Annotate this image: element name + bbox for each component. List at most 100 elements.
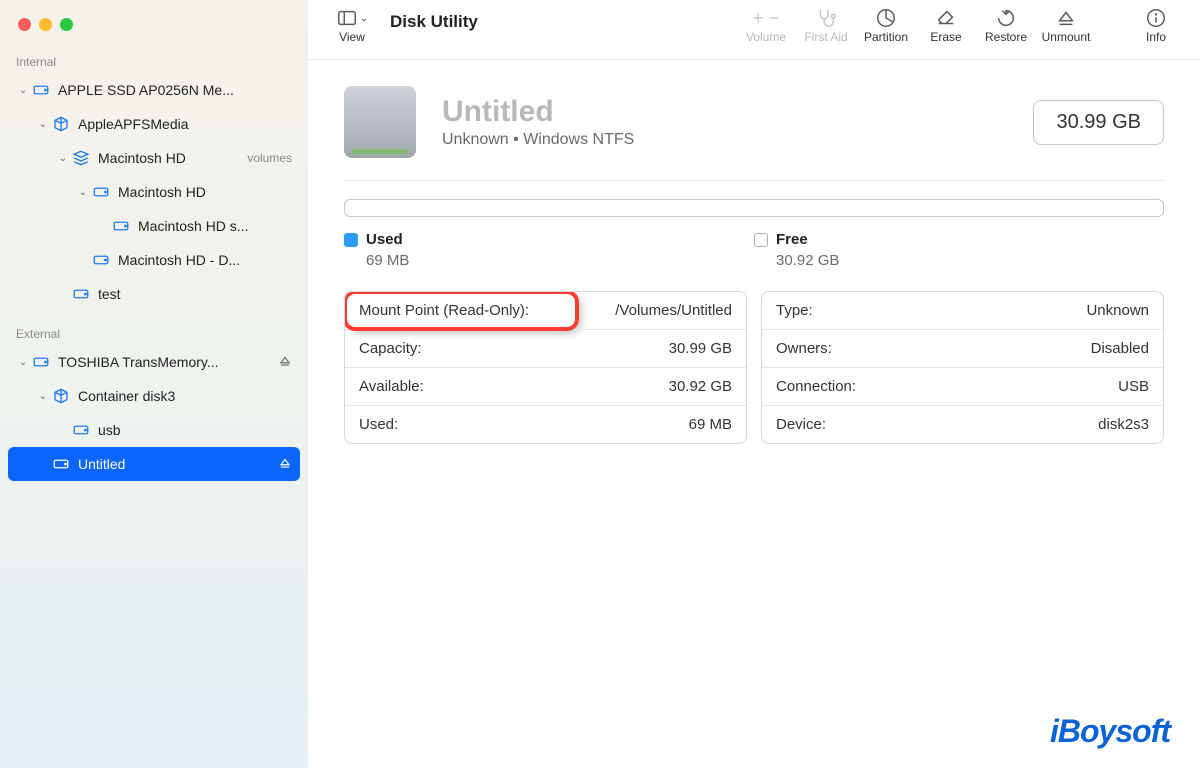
disk-icon xyxy=(32,353,50,371)
free-label: Free xyxy=(776,231,808,248)
stack-icon xyxy=(72,149,90,167)
first-aid-button: First Aid xyxy=(796,6,856,44)
info-row: Capacity:30.99 GB xyxy=(345,329,746,367)
volume-header: Untitled Unknown • Windows NTFS 30.99 GB xyxy=(344,86,1164,158)
brand-watermark: iBoysoft xyxy=(1050,713,1170,750)
volume-subtitle: Unknown • Windows NTFS xyxy=(442,131,1033,149)
info-value: disk2s3 xyxy=(980,405,1163,443)
plus-minus-icon: + − xyxy=(753,6,779,30)
used-label: Used xyxy=(366,231,403,248)
sidebar-item-label: test xyxy=(98,286,292,302)
info-value: 69 MB xyxy=(577,405,746,443)
info-row: Connection:USB xyxy=(762,367,1163,405)
chevron-down-icon[interactable]: ⌄ xyxy=(38,391,48,402)
chevron-down-icon[interactable]: ⌄ xyxy=(78,187,88,198)
free-swatch-icon xyxy=(754,233,768,247)
pie-icon xyxy=(875,6,897,30)
sidebar-section-external: External xyxy=(0,321,308,345)
free-value: 30.92 GB xyxy=(776,252,1164,269)
erase-icon xyxy=(935,6,957,30)
chevron-down-icon[interactable]: ⌄ xyxy=(18,85,28,96)
sidebar-item[interactable]: usb xyxy=(8,413,300,447)
capacity-box: 30.99 GB xyxy=(1033,100,1164,145)
info-table-left: Mount Point (Read-Only):/Volumes/Untitle… xyxy=(344,291,747,444)
window-controls xyxy=(0,10,308,49)
sidebar-item-label: Container disk3 xyxy=(78,388,292,404)
info-tables: Mount Point (Read-Only):/Volumes/Untitle… xyxy=(344,291,1164,444)
sidebar-item[interactable]: ⌄ Container disk3 xyxy=(8,379,300,413)
used-swatch-icon xyxy=(344,233,358,247)
sidebar-item[interactable]: ⌄ TOSHIBA TransMemory... xyxy=(8,345,300,379)
window-title: Disk Utility xyxy=(390,12,478,32)
sidebar-item[interactable]: ⌄Macintosh HD xyxy=(8,175,300,209)
stethoscope-icon xyxy=(815,6,837,30)
eject-icon[interactable] xyxy=(278,456,292,473)
usage-bar xyxy=(344,199,1164,217)
info-key: Used: xyxy=(345,405,577,443)
info-row: Available:30.92 GB xyxy=(345,367,746,405)
sidebar-item[interactable]: ⌄ APPLE SSD AP0256N Me... xyxy=(8,73,300,107)
disk-image-icon xyxy=(344,86,416,158)
info-value: 30.99 GB xyxy=(577,329,746,367)
info-key: Owners: xyxy=(762,329,980,367)
sidebar-item-label: TOSHIBA TransMemory... xyxy=(58,354,278,370)
info-key: Available: xyxy=(345,367,577,405)
info-row: Device:disk2s3 xyxy=(762,405,1163,443)
disk-icon xyxy=(112,217,130,235)
info-row: Used:69 MB xyxy=(345,405,746,443)
info-button[interactable]: Info xyxy=(1126,6,1186,44)
disk-icon xyxy=(92,251,110,269)
info-key: Type: xyxy=(762,292,980,329)
info-key: Capacity: xyxy=(345,329,577,367)
restore-button[interactable]: Restore xyxy=(976,6,1036,44)
sidebar: Internal ⌄ APPLE SSD AP0256N Me... ⌄ AppleA… xyxy=(0,0,308,768)
view-button[interactable]: ⌄ View xyxy=(322,6,382,44)
info-row: Type:Unknown xyxy=(762,292,1163,329)
sidebar-item-label: APPLE SSD AP0256N Me... xyxy=(58,82,292,98)
info-key: Mount Point (Read-Only): xyxy=(345,292,577,329)
eject-icon[interactable] xyxy=(278,354,292,371)
partition-button[interactable]: Partition xyxy=(856,6,916,44)
disk-icon xyxy=(72,285,90,303)
chevron-down-icon[interactable]: ⌄ xyxy=(18,357,28,368)
sidebar-item[interactable]: ⌄ Macintosh HD volumes xyxy=(8,141,300,175)
sidebar-item[interactable]: Untitled xyxy=(8,447,300,481)
cube-icon xyxy=(52,387,70,405)
erase-button[interactable]: Erase xyxy=(916,6,976,44)
cube-icon xyxy=(52,115,70,133)
sidebar-item-label: Macintosh HD - D... xyxy=(118,252,292,268)
info-value: USB xyxy=(980,367,1163,405)
info-value: 30.92 GB xyxy=(577,367,746,405)
info-key: Device: xyxy=(762,405,980,443)
main-panel: ⌄ View Disk Utility + − Volume First Aid… xyxy=(308,0,1200,768)
sidebar-item-label: Macintosh HD xyxy=(98,150,241,166)
chevron-down-icon[interactable]: ⌄ xyxy=(58,153,68,164)
sidebar-item[interactable]: ⌄ AppleAPFSMedia xyxy=(8,107,300,141)
volume-name: Untitled xyxy=(442,95,1033,129)
eject-icon xyxy=(1055,6,1077,30)
volume-button: + − Volume xyxy=(736,6,796,44)
maximize-icon[interactable] xyxy=(60,18,73,31)
chevron-down-icon[interactable]: ⌄ xyxy=(38,119,48,130)
disk-icon xyxy=(32,81,50,99)
sidebar-section-internal: Internal xyxy=(0,49,308,73)
info-table-right: Type:UnknownOwners:DisabledConnection:US… xyxy=(761,291,1164,444)
toolbar: ⌄ View Disk Utility + − Volume First Aid… xyxy=(308,0,1200,60)
info-value: Unknown xyxy=(980,292,1163,329)
disk-icon xyxy=(72,421,90,439)
sidebar-item-label: usb xyxy=(98,422,292,438)
sidebar-item-sublabel: volumes xyxy=(247,151,292,165)
sidebar-item[interactable]: test xyxy=(8,277,300,311)
info-icon xyxy=(1145,6,1167,30)
info-key: Connection: xyxy=(762,367,980,405)
disk-icon xyxy=(92,183,110,201)
sidebar-item-label: AppleAPFSMedia xyxy=(78,116,292,132)
close-icon[interactable] xyxy=(18,18,31,31)
usage-legend: Used 69 MB Free 30.92 GB xyxy=(344,231,1164,269)
sidebar-item[interactable]: Macintosh HD - D... xyxy=(8,243,300,277)
sidebar-item[interactable]: Macintosh HD s... xyxy=(8,209,300,243)
sidebar-item-label: Macintosh HD s... xyxy=(138,218,292,234)
minimize-icon[interactable] xyxy=(39,18,52,31)
info-value: Disabled xyxy=(980,329,1163,367)
unmount-button[interactable]: Unmount xyxy=(1036,6,1096,44)
